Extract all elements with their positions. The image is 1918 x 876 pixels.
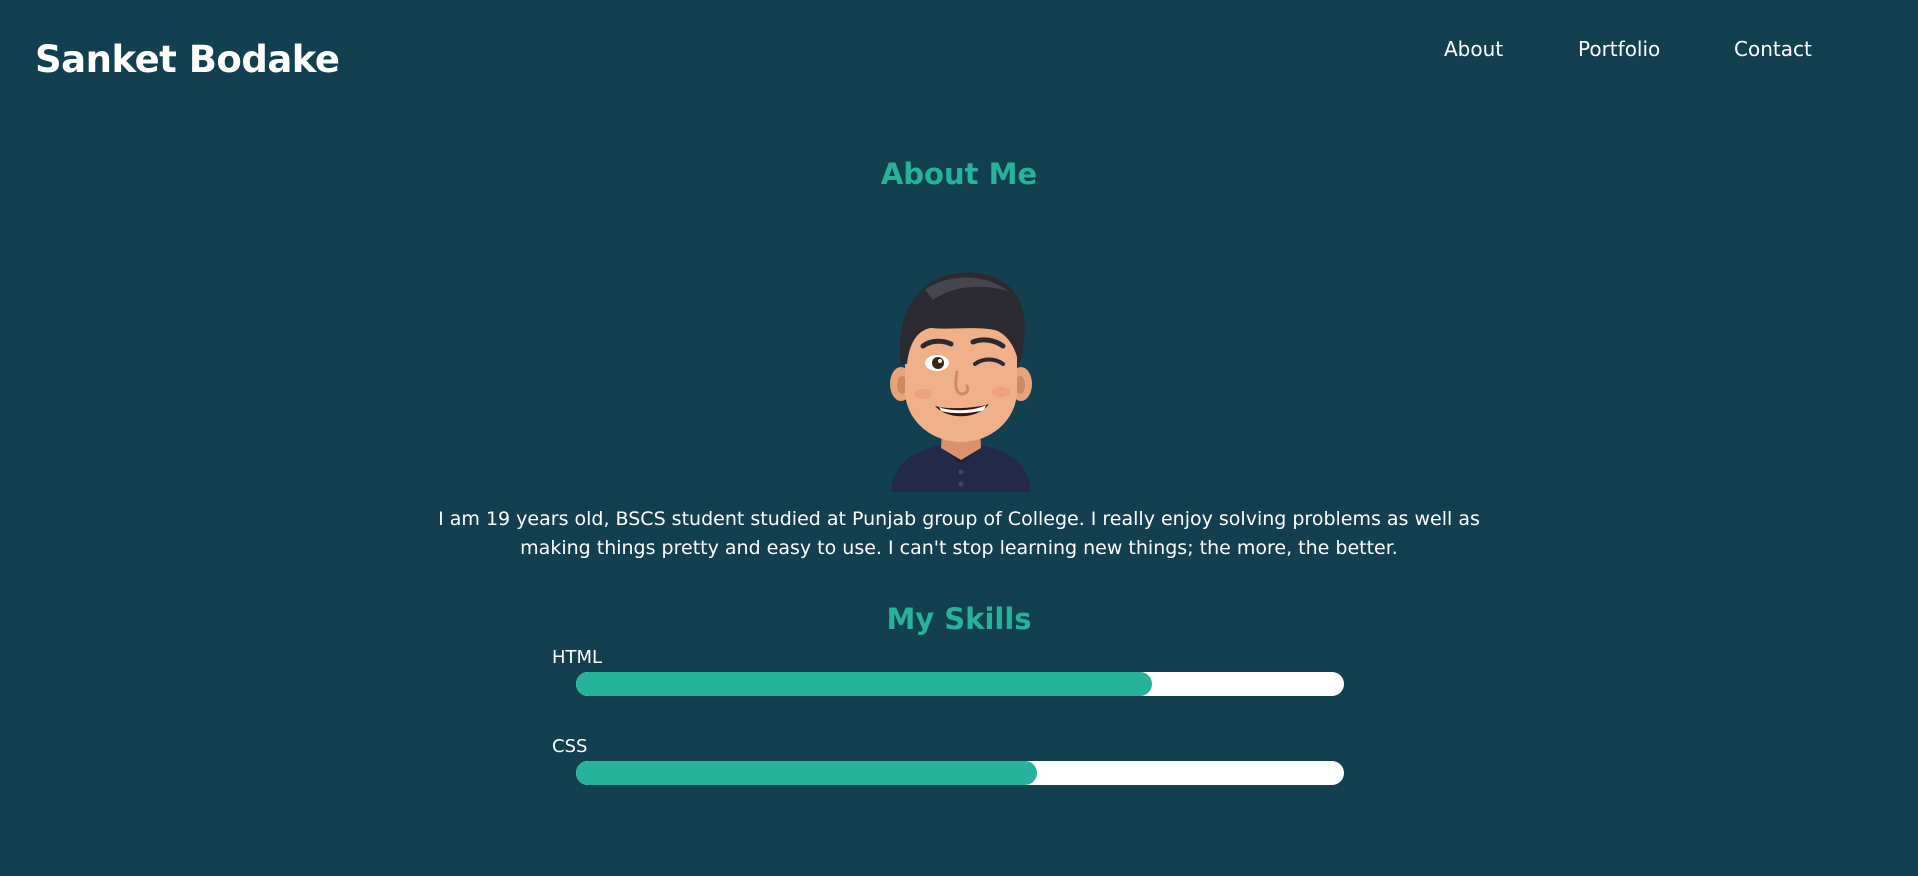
about-title: About Me (880, 157, 1038, 191)
skill-bar-fill-css (576, 761, 1037, 785)
skill-bar-html (576, 672, 1344, 696)
main-nav: About Portfolio Contact (0, 37, 1918, 67)
winking-avatar-icon (890, 272, 1032, 492)
nav-link-contact[interactable]: Contact (1734, 37, 1812, 61)
about-bio: I am 19 years old, BSCS student studied … (438, 508, 1480, 559)
skill-label-css: CSS (552, 736, 588, 757)
avatar (885, 260, 1037, 492)
nav-link-about[interactable]: About (1444, 37, 1503, 61)
nav-link-portfolio[interactable]: Portfolio (1578, 37, 1660, 61)
skill-bar-fill-html (576, 672, 1152, 696)
skills-title: My Skills (886, 602, 1032, 636)
skill-label-html: HTML (552, 647, 603, 668)
skill-bar-css (576, 761, 1344, 785)
